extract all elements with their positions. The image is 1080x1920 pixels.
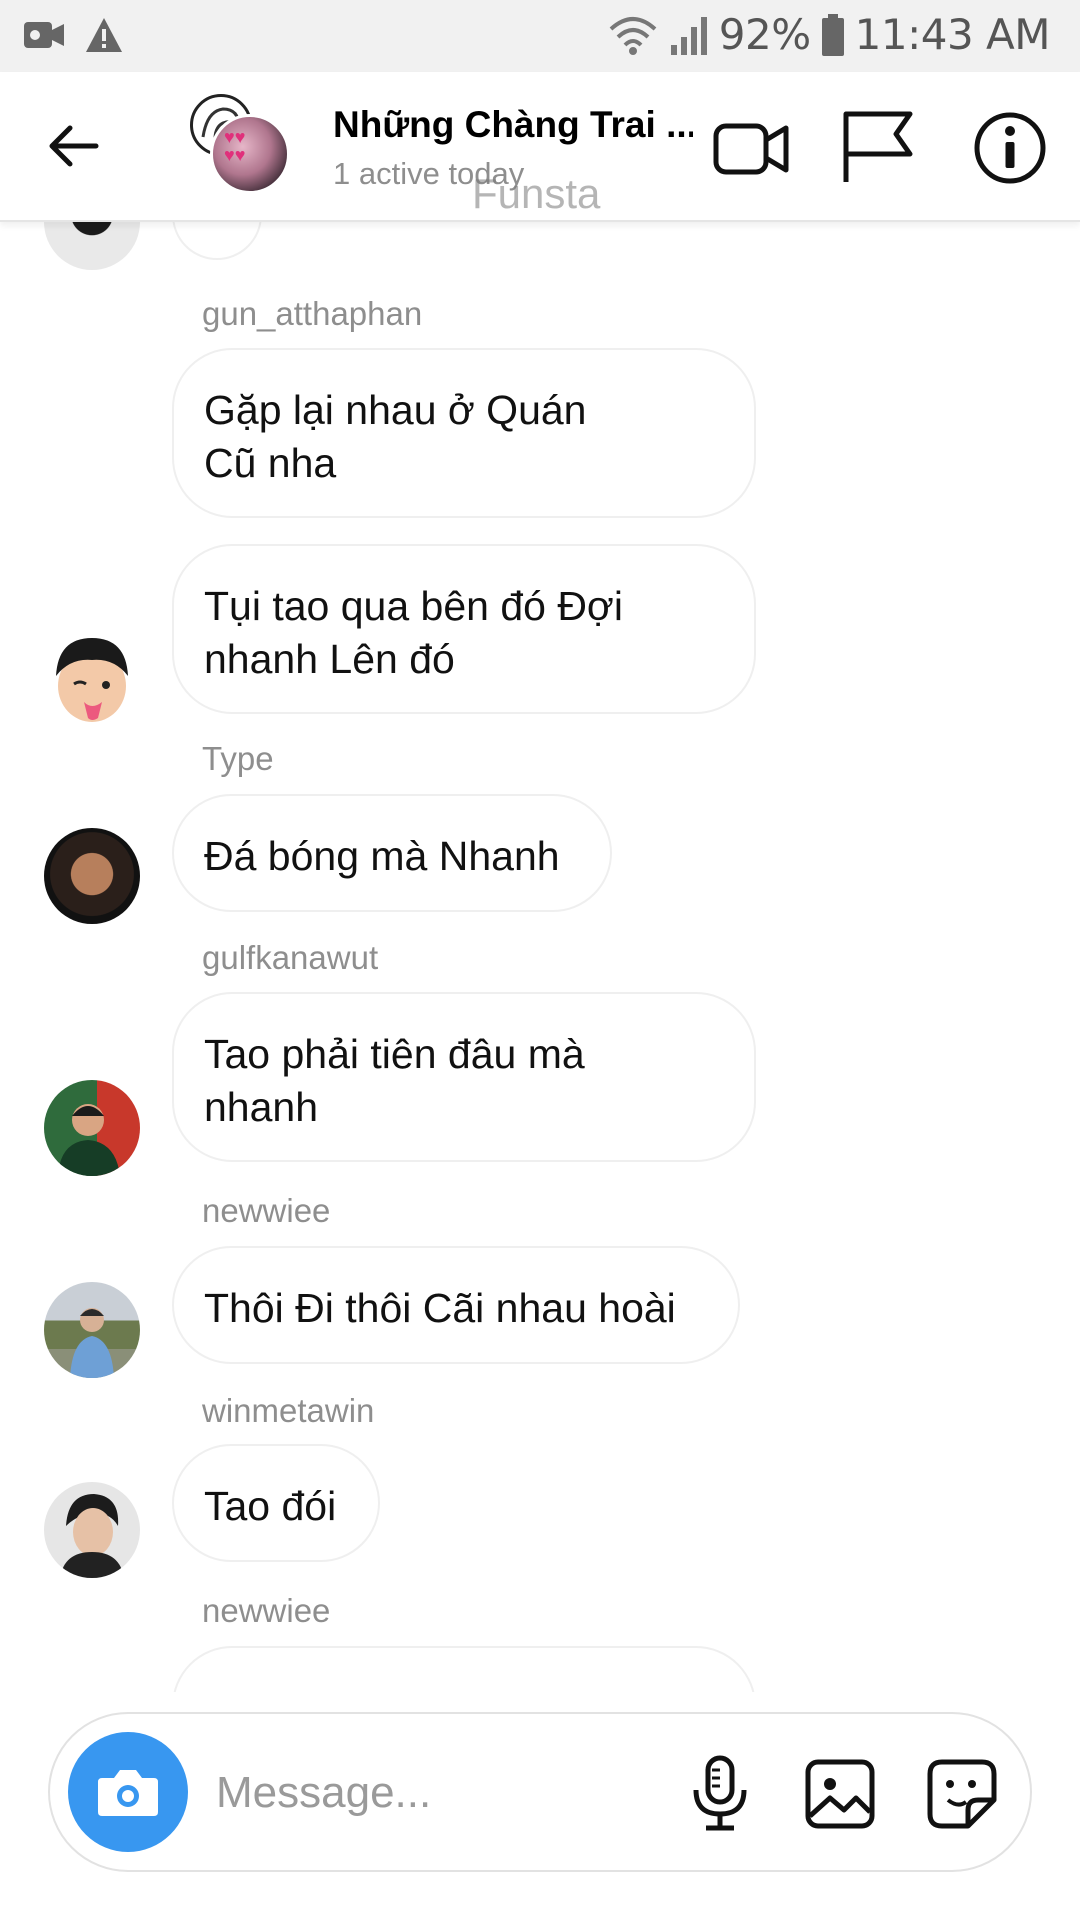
info-icon[interactable] — [970, 108, 1050, 188]
avatar[interactable] — [44, 222, 140, 270]
back-arrow-icon[interactable] — [44, 116, 104, 176]
microphone-icon[interactable] — [680, 1754, 760, 1834]
watermark: Funsta — [472, 170, 601, 217]
avatar[interactable] — [44, 630, 140, 726]
avatar[interactable] — [44, 1080, 140, 1176]
sender-name[interactable]: gun_atthaphan — [202, 295, 422, 333]
wifi-icon — [609, 16, 657, 55]
battery-percent: 92% — [718, 10, 811, 59]
group-avatar[interactable]: ♥♥ ♥♥ — [190, 94, 290, 194]
camera-icon — [98, 1770, 158, 1816]
message-bubble[interactable]: Tụi tao qua bên đó Đợi nhanh Lên đó — [172, 544, 756, 714]
message-bubble[interactable]: Tao phải tiên đâu mà nhanh — [172, 992, 756, 1162]
heart-icon: ♥♥ ♥♥ — [224, 127, 246, 165]
message-text: Cũ nha — [204, 440, 337, 486]
warning-icon — [86, 18, 122, 52]
sender-name[interactable]: Type — [202, 740, 274, 778]
sender-name[interactable]: newwiee — [202, 1592, 330, 1630]
battery-icon — [821, 13, 844, 56]
message-bubble[interactable]: Đá bóng mà Nhanh — [172, 794, 612, 912]
clock: 11:43 AM — [854, 10, 1051, 59]
flag-icon[interactable] — [840, 108, 920, 188]
avatar[interactable] — [44, 828, 140, 924]
message-bubble[interactable]: Thôi Đi thôi Cãi nhau hoài — [172, 1246, 740, 1364]
message-text: Thôi Đi thôi Cãi nhau hoài — [204, 1285, 676, 1331]
sender-name[interactable]: gulfkanawut — [202, 939, 378, 977]
sender-name[interactable]: newwiee — [202, 1192, 330, 1230]
conversation-title[interactable]: Những Chàng Trai ... — [333, 104, 693, 146]
message-bubble[interactable] — [172, 222, 262, 260]
gallery-icon[interactable] — [800, 1754, 880, 1834]
avatar[interactable] — [44, 1282, 140, 1378]
signal-icon — [670, 16, 707, 55]
message-list[interactable]: gun_atthaphan Gặp lại nhau ở Quán Cũ nha… — [0, 222, 1080, 1692]
screen: 92% 11:43 AM ♥♥ ♥♥ Những Chàng Trai ... 1… — [0, 0, 1080, 1920]
message-text: nhanh Lên đó — [204, 636, 455, 682]
video-camera-icon — [24, 22, 64, 48]
sticker-icon[interactable] — [922, 1754, 1002, 1834]
chat-header: ♥♥ ♥♥ Những Chàng Trai ... 1 active today… — [0, 72, 1080, 222]
avatar[interactable] — [44, 1482, 140, 1578]
message-bubble[interactable]: Gặp lại nhau ở Quán Cũ nha — [172, 348, 756, 518]
status-bar: 92% 11:43 AM — [0, 0, 1080, 72]
message-text: Tao phải tiên đâu mà — [204, 1031, 585, 1077]
message-composer — [48, 1712, 1032, 1872]
camera-button[interactable] — [68, 1732, 188, 1852]
message-text: Đá bóng mà Nhanh — [204, 833, 560, 879]
video-call-icon[interactable] — [712, 108, 792, 188]
message-text: Tao đói — [204, 1483, 337, 1529]
message-text: nhanh — [204, 1084, 319, 1130]
message-input[interactable] — [216, 1762, 656, 1824]
message-text: Tụi tao qua bên đó Đợi — [204, 583, 623, 629]
message-text: Gặp lại nhau ở Quán — [204, 387, 587, 433]
message-bubble[interactable] — [172, 1646, 756, 1692]
sender-name[interactable]: winmetawin — [202, 1392, 374, 1430]
message-bubble[interactable]: Tao đói — [172, 1444, 380, 1562]
avatar — [210, 114, 290, 194]
